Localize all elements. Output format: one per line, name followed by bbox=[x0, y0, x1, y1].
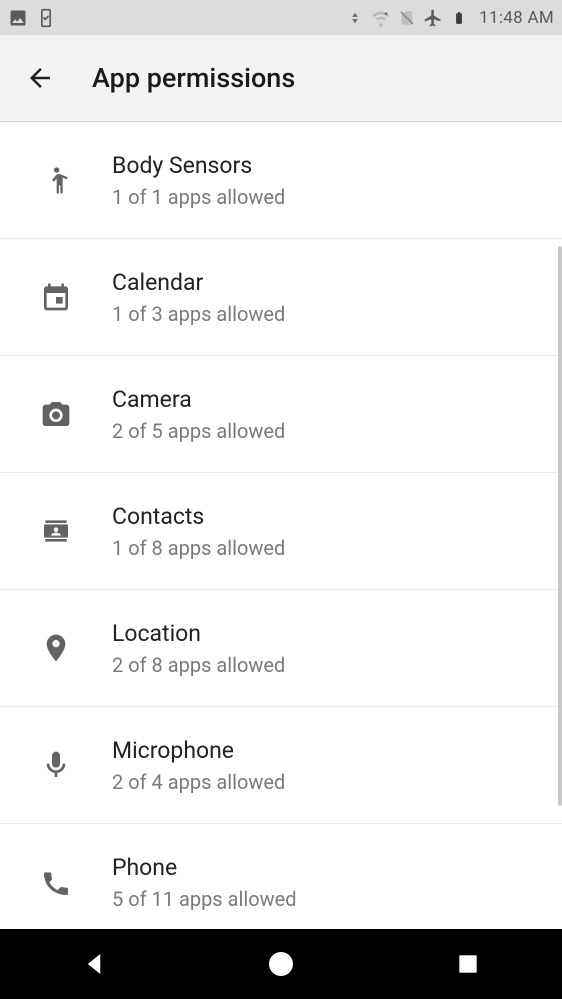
scroll-indicator bbox=[558, 246, 562, 806]
permission-row-calendar[interactable]: Calendar 1 of 3 apps allowed bbox=[0, 239, 562, 356]
statusbar-left bbox=[8, 8, 56, 28]
permission-title: Body Sensors bbox=[112, 152, 285, 181]
status-bar: 11:48 AM bbox=[0, 0, 562, 35]
airplane-mode-icon bbox=[423, 8, 443, 28]
nav-recents-icon bbox=[455, 951, 481, 977]
permission-title: Contacts bbox=[112, 503, 285, 532]
app-bar: App permissions bbox=[0, 35, 562, 122]
permission-title: Microphone bbox=[112, 737, 285, 766]
camera-icon bbox=[0, 398, 112, 430]
nav-home-icon bbox=[265, 948, 297, 980]
data-sync-icon bbox=[345, 8, 365, 28]
permission-row-location[interactable]: Location 2 of 8 apps allowed bbox=[0, 590, 562, 707]
no-sim-icon bbox=[397, 8, 417, 28]
permission-subtitle: 2 of 5 apps allowed bbox=[112, 419, 285, 443]
contacts-icon bbox=[0, 515, 112, 547]
nav-home-button[interactable] bbox=[221, 929, 341, 999]
nav-back-icon bbox=[79, 949, 109, 979]
device-notification-icon bbox=[36, 8, 56, 28]
microphone-icon bbox=[0, 749, 112, 781]
arrow-back-icon bbox=[25, 63, 55, 93]
nav-recents-button[interactable] bbox=[408, 929, 528, 999]
permission-subtitle: 1 of 3 apps allowed bbox=[112, 302, 285, 326]
body-sensors-icon bbox=[0, 164, 112, 196]
image-notification-icon bbox=[8, 8, 28, 28]
permission-title: Camera bbox=[112, 386, 285, 415]
permission-row-microphone[interactable]: Microphone 2 of 4 apps allowed bbox=[0, 707, 562, 824]
battery-icon bbox=[449, 8, 469, 28]
permissions-list: Body Sensors 1 of 1 apps allowed Calenda… bbox=[0, 122, 562, 929]
permission-subtitle: 2 of 8 apps allowed bbox=[112, 653, 285, 677]
back-button[interactable] bbox=[12, 50, 68, 106]
permission-row-phone[interactable]: Phone 5 of 11 apps allowed bbox=[0, 824, 562, 929]
nav-back-button[interactable] bbox=[34, 929, 154, 999]
permission-subtitle: 2 of 4 apps allowed bbox=[112, 770, 285, 794]
navigation-bar bbox=[0, 929, 562, 999]
permission-row-body-sensors[interactable]: Body Sensors 1 of 1 apps allowed bbox=[0, 122, 562, 239]
phone-icon bbox=[0, 867, 112, 899]
permission-title: Location bbox=[112, 620, 285, 649]
statusbar-time: 11:48 AM bbox=[479, 8, 554, 28]
location-icon bbox=[0, 632, 112, 664]
permission-row-contacts[interactable]: Contacts 1 of 8 apps allowed bbox=[0, 473, 562, 590]
permission-row-camera[interactable]: Camera 2 of 5 apps allowed bbox=[0, 356, 562, 473]
permission-subtitle: 1 of 8 apps allowed bbox=[112, 536, 285, 560]
calendar-icon bbox=[0, 281, 112, 313]
page-title: App permissions bbox=[92, 62, 295, 94]
permission-title: Calendar bbox=[112, 269, 285, 298]
wifi-off-icon bbox=[371, 8, 391, 28]
permission-subtitle: 1 of 1 apps allowed bbox=[112, 185, 285, 209]
statusbar-right: 11:48 AM bbox=[345, 8, 554, 28]
permission-subtitle: 5 of 11 apps allowed bbox=[112, 887, 297, 911]
permission-title: Phone bbox=[112, 854, 297, 883]
